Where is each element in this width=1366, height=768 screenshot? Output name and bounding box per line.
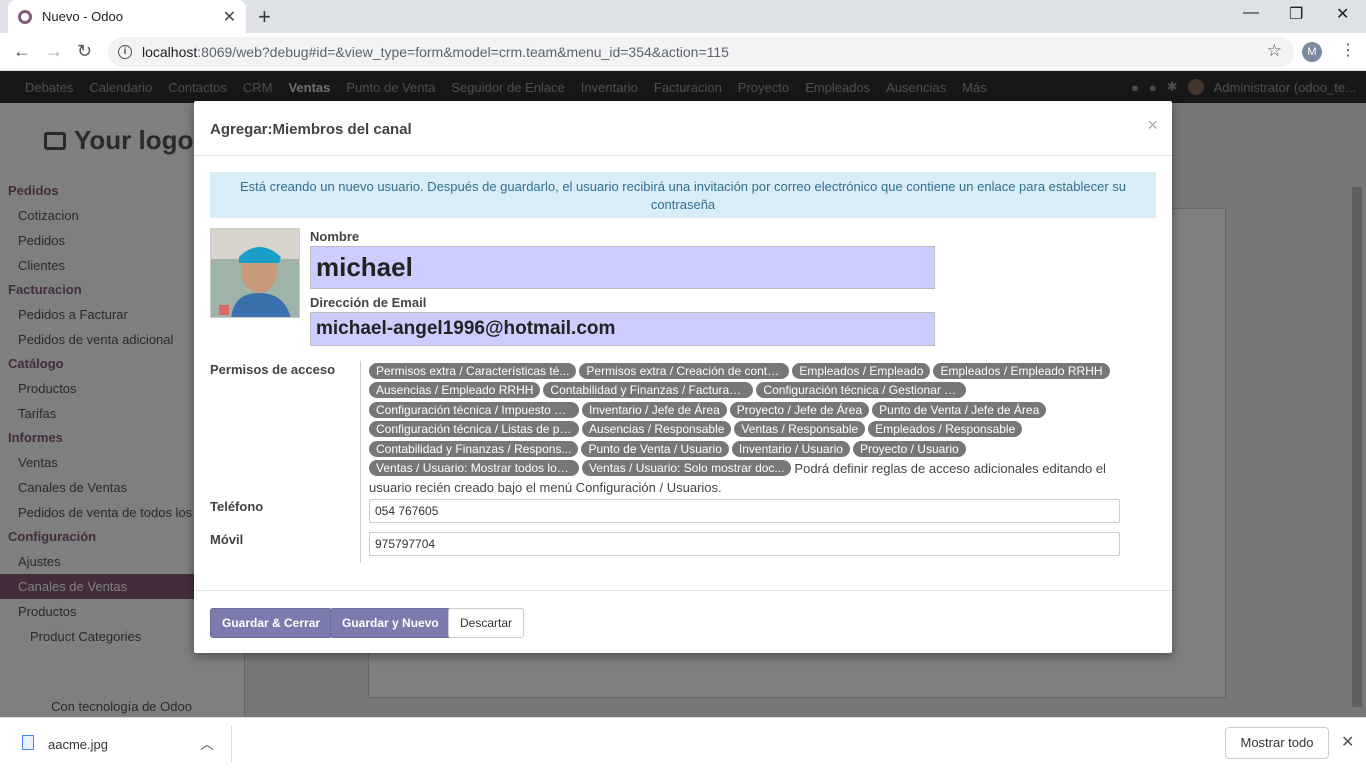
download-bar: aacme.jpg ︿ Mostrar todo ✕ bbox=[0, 717, 1366, 768]
name-label: Nombre bbox=[310, 229, 360, 244]
save-close-button[interactable]: Guardar & Cerrar bbox=[210, 608, 333, 638]
back-icon[interactable]: ← bbox=[13, 41, 31, 62]
access-permissions: Permisos extra / Características té... Pe… bbox=[369, 361, 1129, 498]
dialog-footer: Guardar & Cerrar Guardar y Nuevo Descart… bbox=[194, 590, 1172, 653]
permission-tag[interactable]: Inventario / Usuario bbox=[731, 440, 850, 457]
user-photo[interactable] bbox=[210, 228, 300, 318]
browser-tab-bar: Nuevo - Odoo ✕ + — ❐ ✕ bbox=[0, 0, 1366, 33]
permission-tag[interactable]: Inventario / Jefe de Área bbox=[582, 401, 727, 418]
dialog-header: Agregar:Miembros del canal × bbox=[194, 101, 1172, 156]
permission-tag[interactable]: Permisos extra / Características té... bbox=[369, 362, 577, 379]
permission-tag[interactable]: Punto de Venta / Usuario bbox=[581, 440, 729, 457]
permission-tag[interactable]: Proyecto / Jefe de Área bbox=[729, 401, 870, 418]
restore-icon[interactable]: ❐ bbox=[1289, 4, 1303, 24]
url-path: :8069/web?debug#id=&view_type=form&model… bbox=[197, 44, 729, 60]
tab-title: Nuevo - Odoo bbox=[42, 9, 123, 24]
close-icon[interactable]: × bbox=[1147, 115, 1158, 136]
minimize-icon[interactable]: — bbox=[1243, 4, 1259, 22]
odoo-favicon-icon bbox=[18, 9, 32, 24]
close-downloads-icon[interactable]: ✕ bbox=[1341, 732, 1354, 752]
add-member-dialog: Agregar:Miembros del canal × Está creand… bbox=[194, 101, 1172, 653]
divider bbox=[231, 726, 232, 762]
discard-button[interactable]: Descartar bbox=[448, 608, 525, 638]
url-host: localhost bbox=[142, 44, 198, 60]
permission-tag[interactable]: Contabilidad y Finanzas / Facturaci... bbox=[543, 382, 754, 399]
show-all-button[interactable]: Mostrar todo bbox=[1225, 727, 1329, 759]
browser-tab[interactable]: Nuevo - Odoo ✕ bbox=[8, 0, 246, 33]
chevron-up-icon[interactable]: ︿ bbox=[200, 734, 214, 754]
download-filename[interactable]: aacme.jpg bbox=[48, 737, 108, 752]
permission-tag[interactable]: Contabilidad y Finanzas / Respons... bbox=[369, 440, 579, 457]
permission-tag[interactable]: Configuración técnica / Listas de pr... bbox=[369, 421, 579, 438]
permission-tag[interactable]: Configuración técnica / Impuesto B... bbox=[369, 401, 579, 418]
phone-input[interactable]: 054 767605 bbox=[369, 499, 1120, 523]
reload-icon[interactable]: ↻ bbox=[77, 41, 92, 62]
permission-tag[interactable]: Ausencias / Empleado RRHH bbox=[369, 382, 541, 399]
perms-label: Permisos de acceso bbox=[210, 362, 336, 377]
permission-tag[interactable]: Permisos extra / Creación de conta... bbox=[579, 362, 790, 379]
bookmark-star-icon[interactable]: ☆ bbox=[1267, 41, 1282, 61]
dialog-title: Agregar:Miembros del canal bbox=[210, 121, 412, 138]
email-input[interactable]: michael-angel1996@hotmail.com bbox=[310, 312, 935, 346]
permission-tag[interactable]: Configuración técnica / Gestionar e... bbox=[756, 382, 967, 399]
user-photo-image bbox=[211, 229, 299, 317]
permission-tag[interactable]: Ventas / Responsable bbox=[734, 421, 866, 438]
phone-label: Teléfono bbox=[210, 499, 264, 514]
forward-icon[interactable]: → bbox=[45, 41, 63, 62]
permission-tag[interactable]: Empleados / Empleado bbox=[792, 362, 931, 379]
permission-tag[interactable]: Ventas / Usuario: Mostrar todos los... bbox=[369, 460, 579, 477]
permission-tag[interactable]: Ventas / Usuario: Solo mostrar doc... bbox=[582, 460, 792, 477]
close-window-icon[interactable]: ✕ bbox=[1336, 4, 1349, 24]
site-info-icon[interactable]: i bbox=[118, 45, 132, 59]
permission-tag[interactable]: Empleados / Responsable bbox=[868, 421, 1023, 438]
profile-avatar[interactable]: M bbox=[1302, 42, 1322, 62]
image-file-icon bbox=[22, 735, 34, 750]
name-input[interactable]: michael bbox=[310, 246, 935, 289]
info-alert: Está creando un nuevo usuario. Después d… bbox=[210, 172, 1156, 218]
new-tab-icon[interactable]: + bbox=[258, 4, 271, 30]
email-label: Dirección de Email bbox=[310, 295, 427, 310]
close-tab-icon[interactable]: ✕ bbox=[223, 7, 236, 27]
save-new-button[interactable]: Guardar y Nuevo bbox=[330, 608, 451, 638]
browser-menu-icon[interactable]: ⋮ bbox=[1340, 40, 1356, 60]
mobile-input[interactable]: 975797704 bbox=[369, 532, 1120, 556]
permission-tag[interactable]: Proyecto / Usuario bbox=[852, 440, 966, 457]
address-bar: ← → ↻ i localhost:8069/web?debug#id=&vie… bbox=[0, 33, 1366, 71]
url-field[interactable]: i localhost:8069/web?debug#id=&view_type… bbox=[108, 37, 1294, 67]
permission-tag[interactable]: Ausencias / Responsable bbox=[582, 421, 732, 438]
mobile-label: Móvil bbox=[210, 532, 244, 547]
permission-tag[interactable]: Empleados / Empleado RRHH bbox=[933, 362, 1110, 379]
permission-tag[interactable]: Punto de Venta / Jefe de Área bbox=[872, 401, 1047, 418]
separator bbox=[360, 361, 361, 563]
